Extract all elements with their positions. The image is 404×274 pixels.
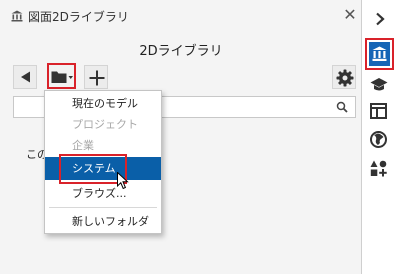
menu-item-new-folder[interactable]: 新しいフォルダ bbox=[45, 210, 161, 233]
close-button[interactable]: ✕ bbox=[343, 7, 357, 23]
chevron-right-icon[interactable] bbox=[374, 12, 386, 26]
gear-icon bbox=[336, 69, 354, 87]
library-icon-tile bbox=[369, 42, 390, 66]
panel-titlebar: 図面2Dライブラリ ✕ bbox=[0, 0, 362, 33]
sidebar-item-library[interactable] bbox=[365, 38, 394, 70]
menu-item-current-model[interactable]: 現在のモデル bbox=[45, 92, 161, 115]
library-title: 2Dライブラリ bbox=[139, 44, 223, 59]
menu-item-browse[interactable]: ブラウズ... bbox=[45, 182, 161, 205]
library-icon bbox=[372, 46, 387, 61]
plus-icon bbox=[89, 70, 105, 86]
back-button[interactable] bbox=[13, 65, 37, 89]
panel-title: 図面2Dライブラリ bbox=[28, 10, 129, 24]
library-title-icon bbox=[11, 10, 23, 22]
triangle-left-icon bbox=[21, 71, 30, 83]
folder-dropdown-button[interactable] bbox=[47, 63, 76, 89]
layout-icon[interactable] bbox=[370, 103, 387, 119]
graduation-cap-icon[interactable] bbox=[370, 77, 388, 93]
shapes-icon[interactable] bbox=[370, 160, 387, 177]
add-button[interactable] bbox=[84, 65, 108, 89]
mouse-pointer-icon bbox=[117, 172, 129, 190]
menu-item-project: プロジェクト bbox=[72, 118, 138, 131]
menu-separator bbox=[49, 207, 157, 208]
globe-icon[interactable] bbox=[370, 131, 387, 148]
magnifier-icon[interactable] bbox=[336, 101, 348, 113]
settings-button[interactable] bbox=[332, 65, 356, 89]
right-sidebar bbox=[362, 0, 404, 274]
folder-dropdown-icon bbox=[51, 71, 73, 83]
